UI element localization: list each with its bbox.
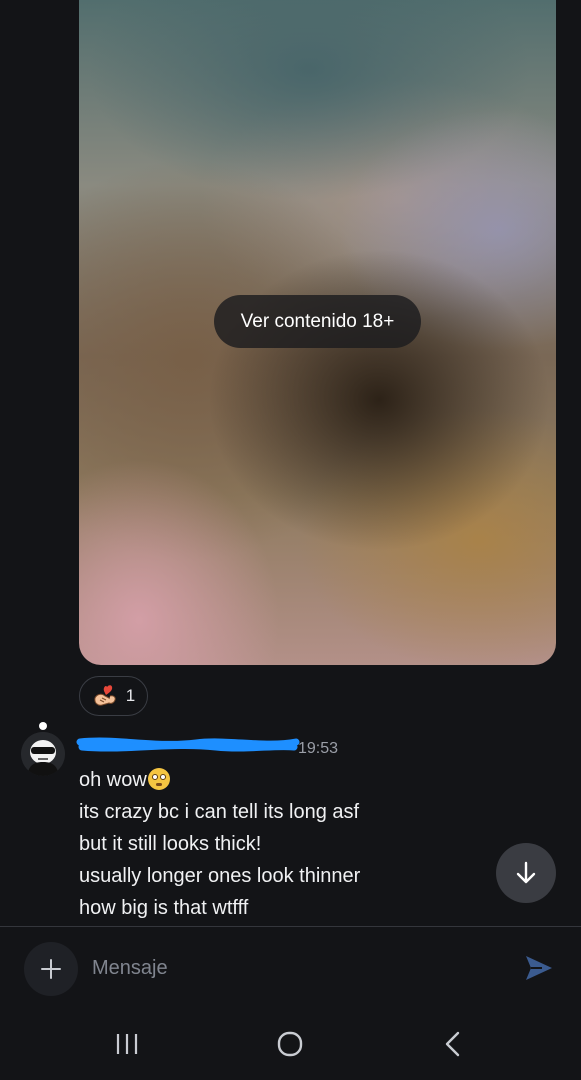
- message-line: its crazy bc i can tell its long asf: [79, 801, 360, 823]
- send-button[interactable]: [522, 952, 556, 984]
- view-sensitive-content-label: Ver contenido 18+: [240, 310, 395, 332]
- reaction-chip[interactable]: 1: [79, 676, 148, 716]
- back-icon: [445, 1031, 460, 1057]
- back-button[interactable]: [433, 1024, 473, 1064]
- composer-divider: [0, 926, 581, 927]
- online-status-dot: [39, 722, 47, 730]
- message-line: usually longer ones look thinner: [79, 865, 361, 887]
- reaction-count: 1: [125, 686, 136, 705]
- plus-icon: [41, 959, 61, 979]
- recent-apps-button[interactable]: [107, 1024, 147, 1064]
- message-body: oh wow its crazy bc i can tell its long …: [79, 764, 360, 924]
- message-line: but it still looks thick!: [79, 833, 262, 855]
- message-line: oh wow: [79, 764, 360, 796]
- message-line: how big is that wtfff: [79, 897, 249, 919]
- send-icon: [526, 956, 552, 980]
- add-attachment-button[interactable]: [24, 942, 78, 996]
- recent-apps-icon: [116, 1034, 138, 1054]
- chat-screen: Ver contenido 18+ 1 •••••••••••••• 19:53: [0, 0, 581, 1080]
- message-timestamp: 19:53: [298, 740, 339, 757]
- home-icon: [277, 1031, 303, 1057]
- cool-skull-avatar-icon: [21, 732, 65, 776]
- heart-hands-icon: [92, 684, 118, 708]
- redaction-scribble: [76, 737, 300, 752]
- scroll-to-bottom-button[interactable]: [496, 843, 556, 903]
- message-input[interactable]: [84, 948, 520, 988]
- flushed-face-icon: [147, 768, 170, 790]
- arrow-down-icon: [516, 861, 536, 884]
- avatar[interactable]: [21, 732, 65, 776]
- view-sensitive-content-button[interactable]: Ver contenido 18+: [214, 295, 421, 348]
- home-button[interactable]: [270, 1024, 310, 1064]
